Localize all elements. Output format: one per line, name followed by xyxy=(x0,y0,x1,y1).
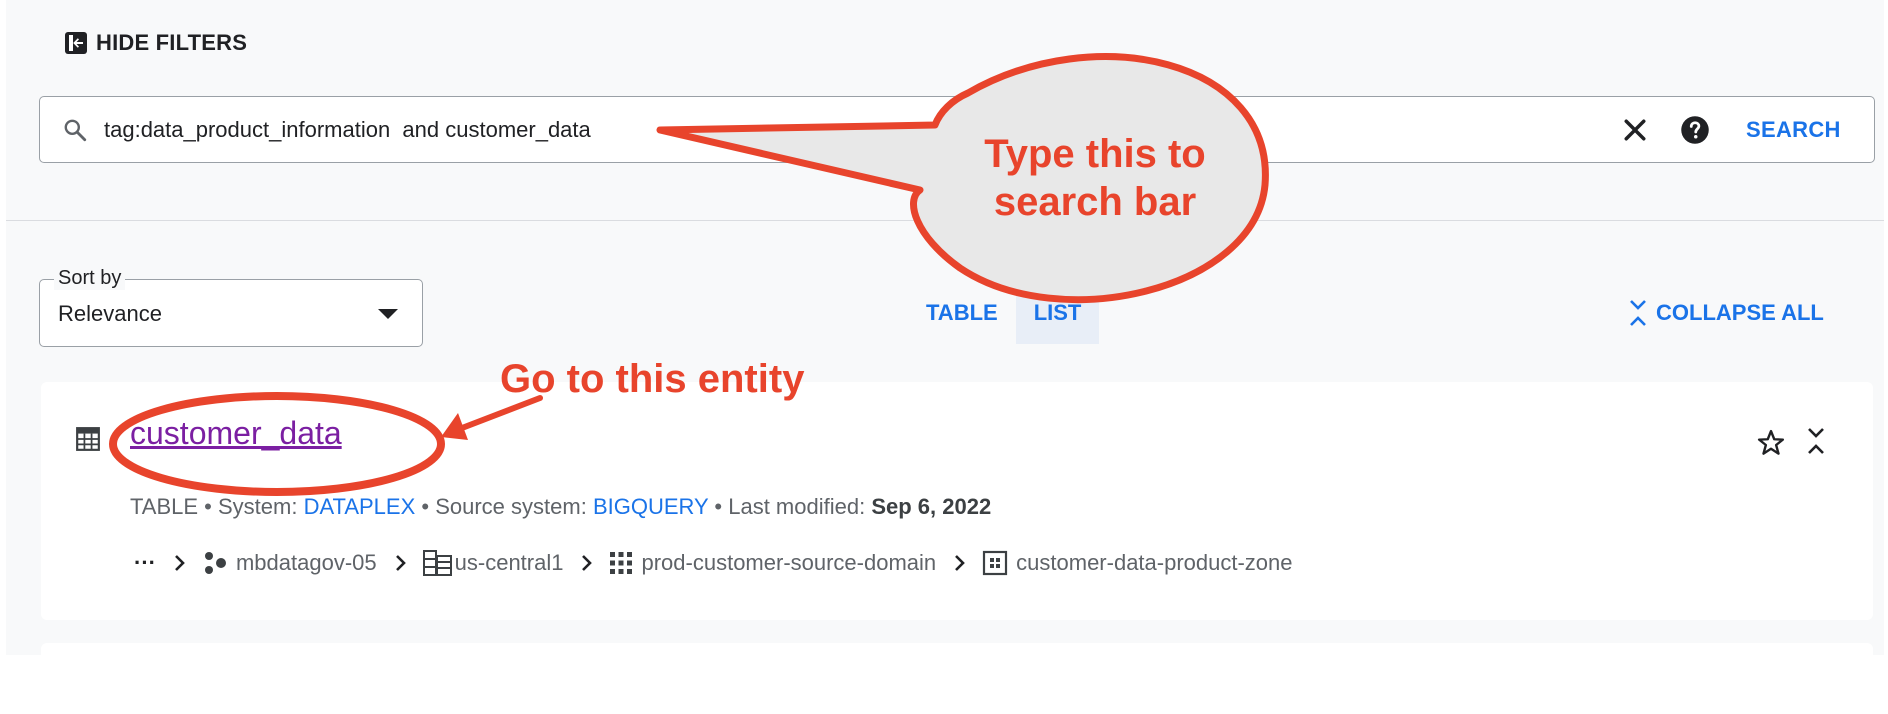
callout-text: Type this to search bar xyxy=(984,132,1206,224)
entity-hint-text: Go to this entity xyxy=(500,357,805,401)
entity-highlight-ellipse xyxy=(109,392,445,496)
annotation-overlay xyxy=(109,53,1269,496)
annotation-arrow xyxy=(441,395,543,440)
